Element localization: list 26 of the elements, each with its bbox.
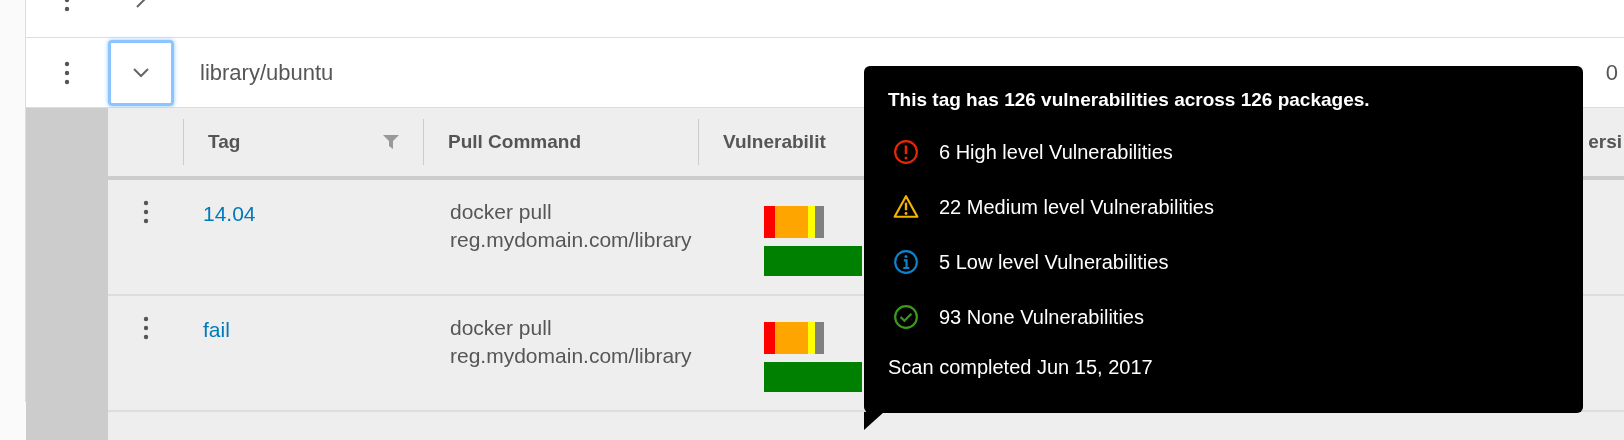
- more-icon[interactable]: [64, 60, 70, 85]
- severity-text: 5 Low level Vulnerabilities: [939, 249, 1169, 275]
- pull-command-text: docker pull: [450, 315, 553, 341]
- column-header: Vulnerabilit: [723, 129, 826, 154]
- scan-date: Scan completed Jun 15, 2017: [888, 354, 1154, 380]
- table-cell-text: 0: [1605, 59, 1618, 87]
- check-circle-icon: [893, 303, 919, 330]
- tag-link[interactable]: 14.04: [184, 198, 424, 294]
- repository-name: library/ubuntu: [200, 59, 335, 87]
- more-icon[interactable]: [143, 316, 149, 340]
- severity-text: 22 Medium level Vulnerabilities: [939, 194, 1214, 220]
- column-header: Tag: [208, 129, 241, 154]
- column-header: ersi: [1588, 129, 1622, 154]
- info-icon: [893, 248, 919, 275]
- tooltip-title: This tag has 126 vulnerabilities across 126 packages.: [888, 88, 1371, 112]
- warning-icon: [893, 193, 919, 220]
- pull-command-text: docker pull: [450, 199, 553, 225]
- tag-link[interactable]: fail: [184, 314, 424, 410]
- error-icon: [893, 138, 919, 165]
- severity-text: 93 None Vulnerabilities: [939, 304, 1144, 330]
- pull-command-text: reg.mydomain.com/library: [450, 227, 693, 253]
- pull-command-text: reg.mydomain.com/library: [450, 343, 693, 369]
- more-icon[interactable]: [143, 200, 149, 224]
- expand-toggle[interactable]: [108, 39, 174, 106]
- severity-text: 6 High level Vulnerabilities: [939, 139, 1173, 165]
- column-header: Pull Command: [448, 129, 581, 154]
